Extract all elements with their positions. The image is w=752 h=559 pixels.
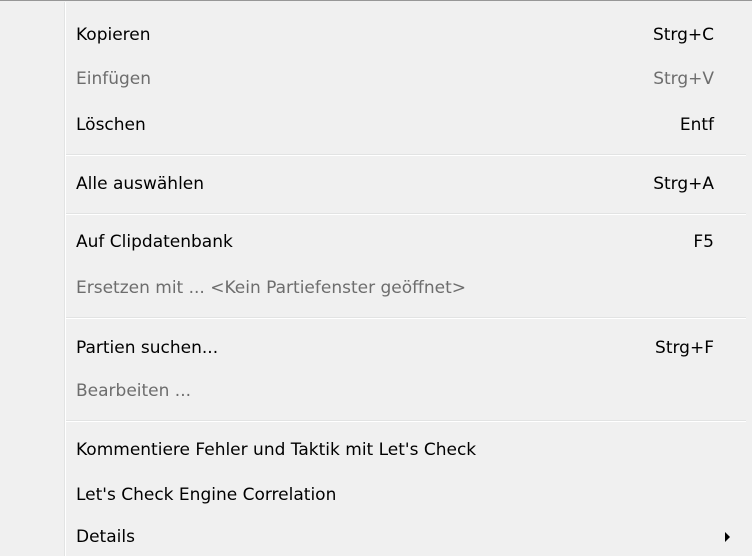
menu-item-shortcut: Strg+C (652, 25, 714, 45)
menu-item-alle-auswaehlen[interactable]: Alle auswählen Strg+A (66, 162, 746, 206)
menu-item-partien-suchen[interactable]: Partien suchen... Strg+F (66, 326, 746, 370)
menu-item-label: Let's Check Engine Correlation (76, 485, 337, 505)
menu-separator (66, 317, 746, 319)
menu-item-lets-check-engine-correlation[interactable]: Let's Check Engine Correlation (66, 473, 746, 517)
menu-item-kopieren[interactable]: Kopieren Strg+C (66, 13, 746, 57)
menu-item-label: Ersetzen mit ... <Kein Partiefenster geö… (76, 278, 466, 298)
menu-item-shortcut: Strg+V (653, 69, 714, 89)
menu-item-label: Löschen (76, 115, 146, 135)
menu-item-auf-clipdatenbank[interactable]: Auf Clipdatenbank F5 (66, 220, 746, 264)
menu-separator (66, 154, 746, 156)
menu-item-shortcut: Entf (679, 115, 714, 135)
menu-item-shortcut: Strg+A (653, 174, 714, 194)
menu-item-label: Alle auswählen (76, 174, 205, 194)
menu-item-label: Partien suchen... (76, 338, 219, 358)
menu-item-details[interactable]: Details (66, 515, 746, 559)
menu-item-bearbeiten[interactable]: Bearbeiten ... (66, 369, 746, 413)
menu-item-kommentiere-fehler[interactable]: Kommentiere Fehler und Taktik mit Let's … (66, 428, 746, 472)
menu-item-label: Einfügen (76, 69, 152, 89)
menu-separator (66, 213, 746, 215)
chevron-right-icon (725, 532, 730, 542)
menu-item-einfuegen[interactable]: Einfügen Strg+V (66, 57, 746, 101)
menu-item-shortcut: Strg+F (655, 338, 714, 358)
menu-item-label: Auf Clipdatenbank (76, 232, 233, 252)
menu-item-label: Kommentiere Fehler und Taktik mit Let's … (76, 440, 477, 460)
menu-item-label: Kopieren (76, 25, 151, 45)
context-menu: Kopieren Strg+C Einfügen Strg+V Löschen … (0, 0, 752, 556)
menu-item-label: Bearbeiten ... (76, 381, 192, 401)
menu-item-loeschen[interactable]: Löschen Entf (66, 103, 746, 147)
menu-item-label: Details (76, 527, 135, 547)
menu-item-shortcut: F5 (693, 232, 714, 252)
menu-separator (66, 420, 746, 422)
menu-item-ersetzen-mit[interactable]: Ersetzen mit ... <Kein Partiefenster geö… (66, 266, 746, 310)
